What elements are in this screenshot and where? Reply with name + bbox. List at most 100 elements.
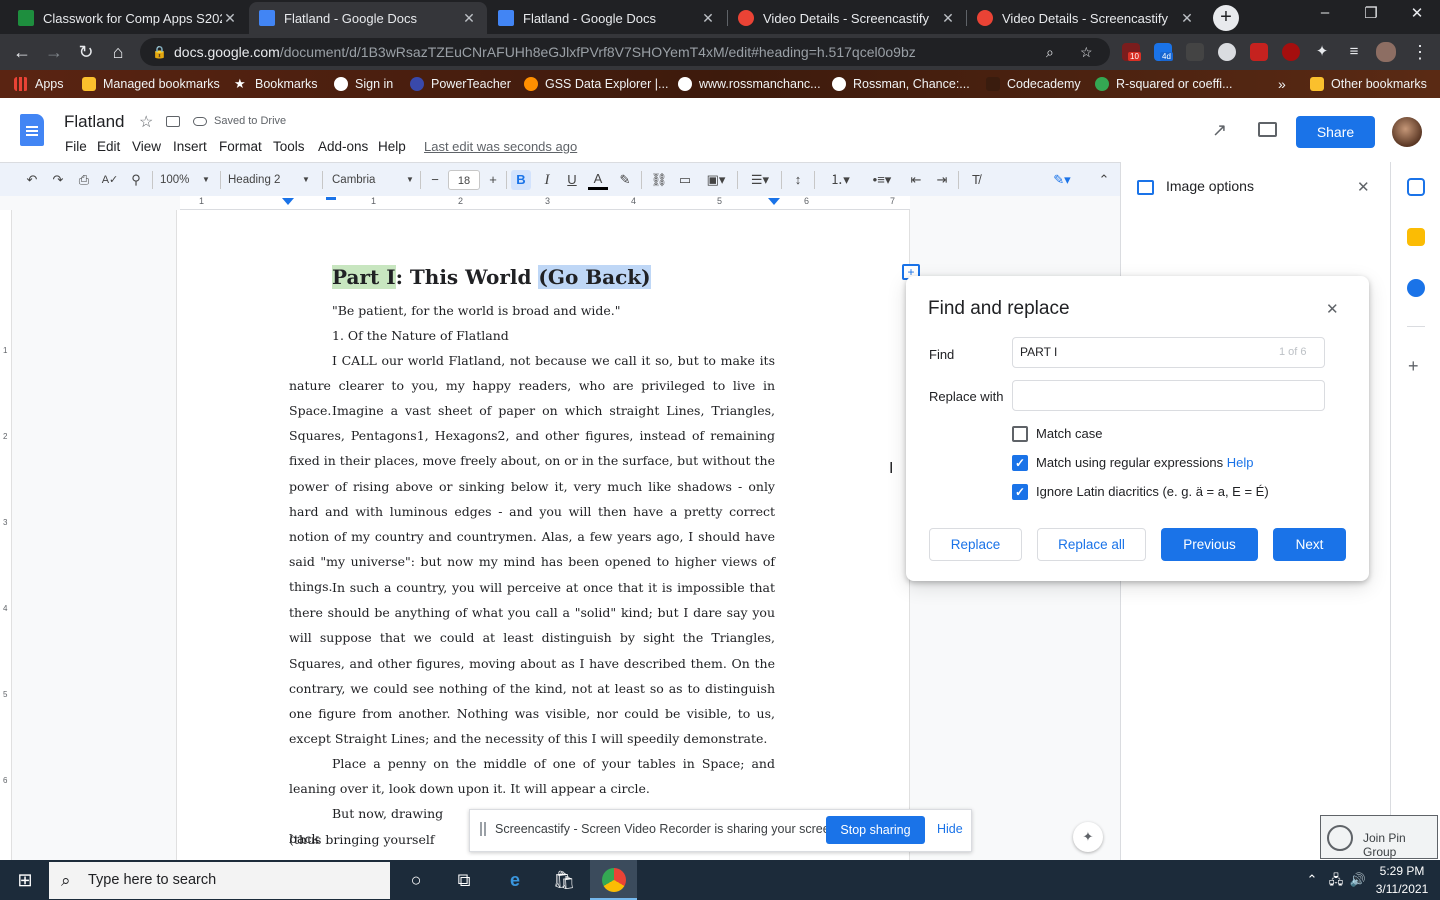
replace-all-button[interactable]: Replace all xyxy=(1037,528,1146,561)
last-edit-link[interactable]: Last edit was seconds ago xyxy=(424,139,577,154)
minimize-icon[interactable]: – xyxy=(1310,4,1340,28)
system-clock[interactable]: 5:29 PM 3/11/2021 xyxy=(1374,862,1430,898)
bulleted-list-icon[interactable]: •≡▾ xyxy=(864,170,900,190)
replace-button[interactable]: Replace xyxy=(929,528,1022,561)
bookmark-codecademy[interactable]: Codecademy xyxy=(986,70,1081,98)
forward-icon[interactable]: → xyxy=(42,40,66,64)
body-paragraph[interactable]: Place a penny on the middle of one of yo… xyxy=(289,751,775,801)
regex-help-link[interactable]: Help xyxy=(1227,455,1254,470)
media-icon[interactable]: ≡ xyxy=(1342,40,1366,64)
browser-tab-screencastify-1[interactable]: Video Details - Screencastify ✕ xyxy=(728,2,966,34)
windows-start-icon[interactable]: ⊞ xyxy=(11,866,39,894)
tab-close-icon[interactable]: ✕ xyxy=(700,10,716,27)
regex-checkbox[interactable]: ✓ xyxy=(1012,455,1028,471)
join-pin-group-button[interactable]: Join Pin Group xyxy=(1320,815,1438,859)
font-size-input[interactable]: 18 xyxy=(448,170,480,190)
cortana-icon[interactable]: ○ xyxy=(402,866,430,894)
cloud-saved-icon[interactable] xyxy=(193,117,207,126)
stop-sharing-button[interactable]: Stop sharing xyxy=(826,816,925,844)
editing-mode-icon[interactable]: ✎▾ xyxy=(1040,170,1084,190)
font-select[interactable]: Cambria ▼ xyxy=(332,170,418,190)
underline-icon[interactable]: U xyxy=(562,170,582,190)
collapse-toolbar-icon[interactable]: ⌃ xyxy=(1094,170,1114,190)
redo-icon[interactable]: ↷ xyxy=(48,170,68,190)
tab-close-icon[interactable]: ✕ xyxy=(461,10,477,27)
edge-icon[interactable]: e xyxy=(501,866,529,894)
bookmark-star-icon[interactable]: ☆ xyxy=(1080,38,1093,66)
menu-edit[interactable]: Edit xyxy=(97,139,120,154)
browser-tab-classwork[interactable]: Classwork for Comp Apps S2021 ✕ xyxy=(8,2,248,34)
explore-icon[interactable]: ✦ xyxy=(1073,822,1103,852)
insert-image-icon[interactable]: ▣▾ xyxy=(701,170,731,190)
browser-menu-icon[interactable]: ⋮ xyxy=(1408,40,1432,64)
bookmarks-overflow-button[interactable]: » xyxy=(1278,70,1286,98)
calendar-icon[interactable] xyxy=(1407,178,1425,196)
bookmark-rsquared[interactable]: R-squared or coeffi... xyxy=(1095,70,1233,98)
share-button[interactable]: Share xyxy=(1296,116,1375,148)
menu-insert[interactable]: Insert xyxy=(173,139,207,154)
tasks-icon[interactable] xyxy=(1407,279,1425,297)
profile-avatar[interactable] xyxy=(1376,42,1396,62)
increase-font-icon[interactable]: + xyxy=(484,170,502,190)
volume-icon[interactable]: 🔊 xyxy=(1344,866,1372,894)
address-bar[interactable]: 🔒 docs.google.com/document/d/1B3wRsazTZEu… xyxy=(140,38,1110,66)
zoom-lens-icon[interactable]: ⌕ xyxy=(1046,38,1054,66)
dialog-close-icon[interactable]: ✕ xyxy=(1326,300,1339,318)
browser-tab-flatland-active[interactable]: Flatland - Google Docs ✕ xyxy=(249,2,487,34)
extension-record-icon[interactable] xyxy=(1282,43,1300,61)
decrease-font-icon[interactable]: − xyxy=(426,170,444,190)
text-color-icon[interactable]: A xyxy=(588,170,608,190)
zoom-select[interactable]: 100% ▼ xyxy=(160,170,214,190)
window-close-icon[interactable]: ✕ xyxy=(1402,4,1432,28)
next-button[interactable]: Next xyxy=(1273,528,1346,561)
keep-icon[interactable] xyxy=(1407,228,1425,246)
increase-indent-icon[interactable]: ⇥ xyxy=(932,170,952,190)
star-icon[interactable]: ☆ xyxy=(139,112,153,132)
left-indent-marker[interactable] xyxy=(282,198,294,205)
browser-tab-screencastify-2[interactable]: Video Details - Screencastify ✕ xyxy=(967,2,1205,34)
align-icon[interactable]: ☰▾ xyxy=(745,170,775,190)
close-panel-icon[interactable]: ✕ xyxy=(1357,178,1370,196)
menu-tools[interactable]: Tools xyxy=(273,139,305,154)
decrease-indent-icon[interactable]: ⇤ xyxy=(906,170,926,190)
body-paragraph[interactable]: In such a country, you will perceive at … xyxy=(289,575,775,751)
bookmark-managed[interactable]: Managed bookmarks xyxy=(82,70,220,98)
diacritics-checkbox[interactable]: ✓ xyxy=(1012,484,1028,500)
bookmark-sign-in[interactable]: Sign in xyxy=(334,70,393,98)
link-icon[interactable]: ⛓ xyxy=(649,170,669,190)
hide-button[interactable]: Hide xyxy=(937,822,963,836)
style-select[interactable]: Heading 2 ▼ xyxy=(228,170,314,190)
browser-tab-flatland[interactable]: Flatland - Google Docs ✕ xyxy=(488,2,726,34)
menu-file[interactable]: File xyxy=(65,139,87,154)
menu-view[interactable]: View xyxy=(132,139,161,154)
spellcheck-icon[interactable]: A✓ xyxy=(100,170,120,190)
bookmark-rossman[interactable]: Rossman, Chance:... xyxy=(832,70,970,98)
extension-gray-icon[interactable] xyxy=(1186,43,1204,61)
first-line-indent-marker[interactable] xyxy=(326,197,336,200)
bookmark-powerteacher[interactable]: PowerTeacher xyxy=(410,70,511,98)
reload-icon[interactable]: ↻ xyxy=(74,40,98,64)
new-tab-button[interactable]: + xyxy=(1213,5,1239,31)
comment-history-icon[interactable] xyxy=(1258,122,1277,137)
home-icon[interactable]: ⌂ xyxy=(106,40,130,64)
docs-logo-icon[interactable] xyxy=(20,114,44,146)
match-case-checkbox[interactable] xyxy=(1012,426,1028,442)
account-avatar[interactable] xyxy=(1392,117,1422,147)
epigraph[interactable]: "Be patient, for the world is broad and … xyxy=(332,298,782,323)
add-comment-icon[interactable]: ▭ xyxy=(675,170,695,190)
task-view-icon[interactable]: ⧉ xyxy=(450,866,478,894)
extension-screencastify-icon[interactable] xyxy=(1250,43,1268,61)
numbered-list-icon[interactable]: ⒈▾ xyxy=(822,170,858,190)
activity-trend-icon[interactable]: ↗ xyxy=(1212,120,1227,141)
extension-calendar-icon[interactable]: 4d xyxy=(1154,43,1173,61)
bookmark-apps[interactable]: Apps xyxy=(14,70,64,98)
replace-input[interactable] xyxy=(1012,380,1325,411)
menu-format[interactable]: Format xyxy=(219,139,262,154)
document-heading[interactable]: Part I: This World (Go Back) xyxy=(332,262,651,292)
highlight-icon[interactable]: ✎ xyxy=(615,170,635,190)
extension-red-icon[interactable]: 10 xyxy=(1122,43,1141,61)
bold-icon[interactable]: B xyxy=(511,170,531,190)
tab-close-icon[interactable]: ✕ xyxy=(222,10,238,27)
previous-button[interactable]: Previous xyxy=(1161,528,1258,561)
restore-icon[interactable]: ❐ xyxy=(1356,4,1386,28)
